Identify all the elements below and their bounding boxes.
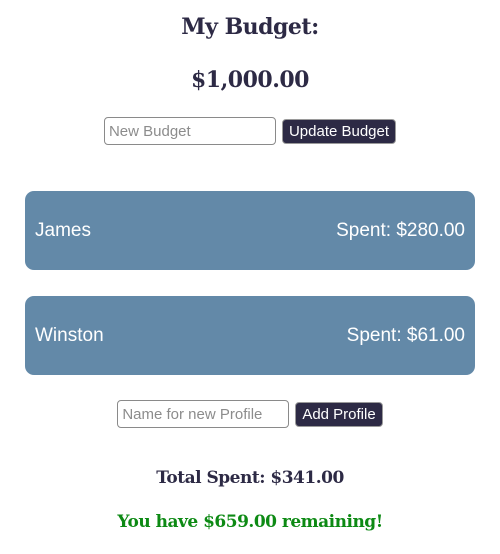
add-profile-button[interactable]: Add Profile: [295, 401, 383, 427]
new-profile-name-input[interactable]: [117, 400, 290, 428]
budget-amount: $1,000.00: [191, 67, 309, 93]
update-budget-button[interactable]: Update Budget: [281, 118, 397, 144]
total-spent: Total Spent: $341.00: [156, 468, 344, 488]
remaining-budget: You have $659.00 remaining!: [117, 512, 383, 532]
profile-name: Winston: [35, 324, 104, 346]
new-budget-input[interactable]: [103, 117, 276, 145]
profile-card-winston[interactable]: Winston Spent: $61.00: [25, 296, 475, 375]
profile-card-james[interactable]: James Spent: $280.00: [25, 191, 475, 270]
profile-spent: Spent: $61.00: [346, 324, 465, 346]
add-profile-form: Add Profile: [0, 400, 500, 428]
page-title: My Budget:: [181, 14, 319, 40]
budget-form: Update Budget: [0, 117, 500, 145]
profile-name: James: [35, 219, 91, 241]
profile-spent: Spent: $280.00: [336, 219, 465, 241]
